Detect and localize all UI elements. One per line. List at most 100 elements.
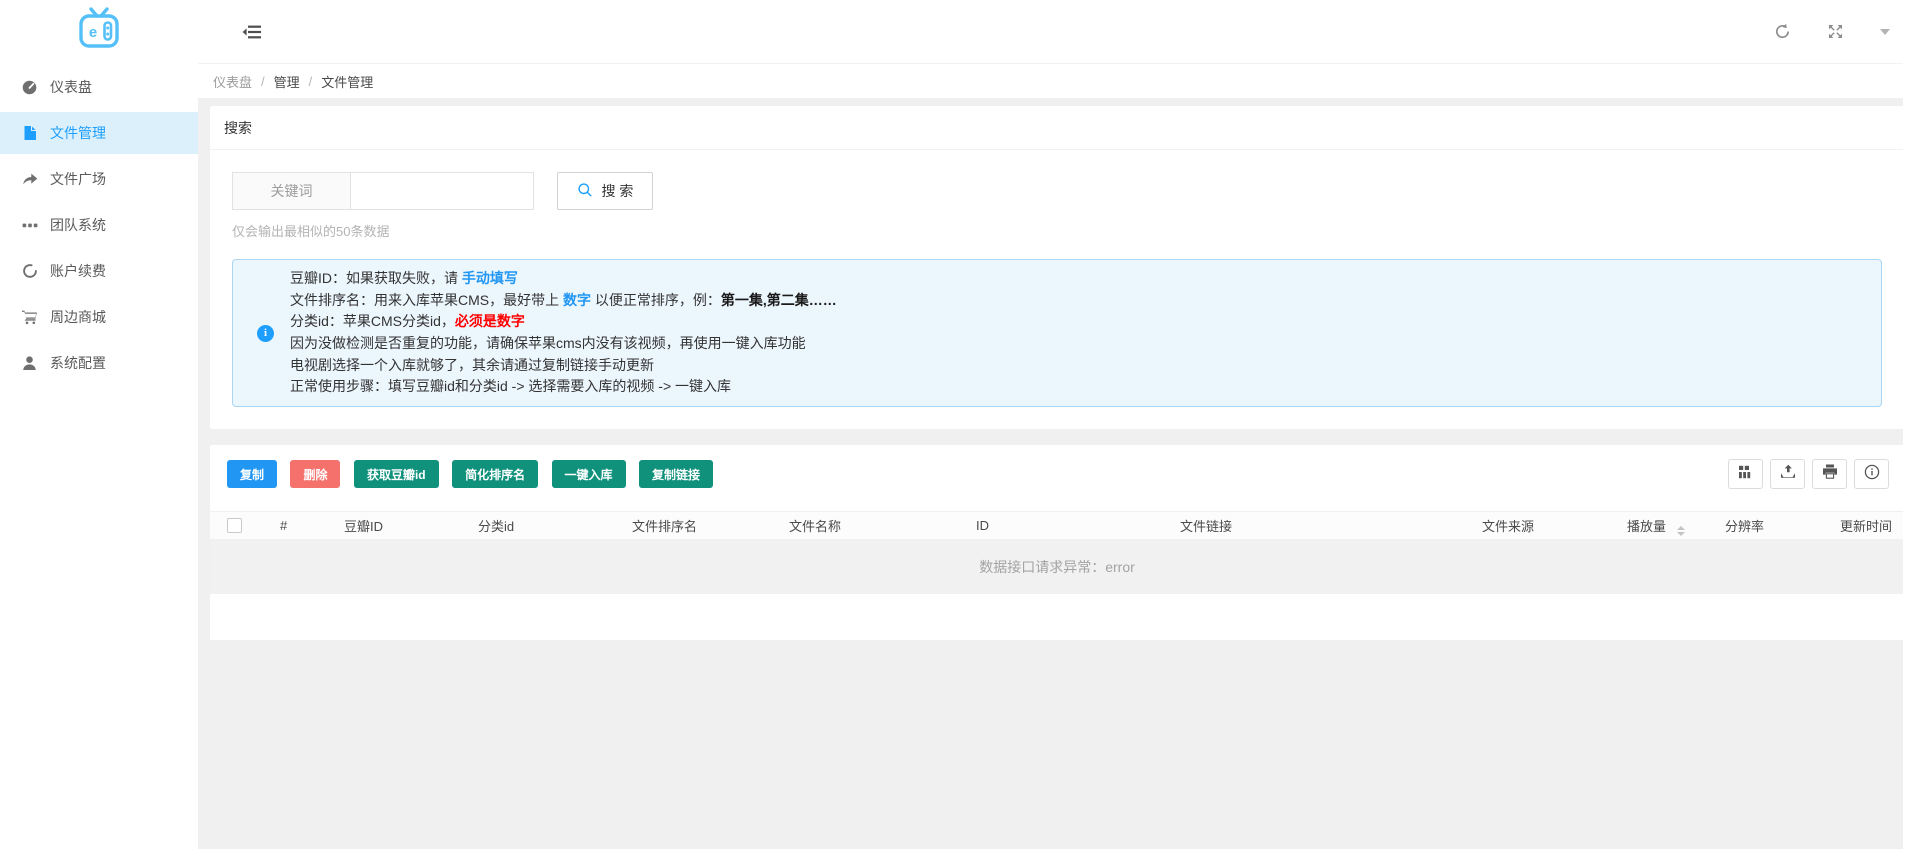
fetch-douban-id-button[interactable]: 获取豆瓣id (354, 460, 439, 488)
column-header-label: 播放量 (1627, 519, 1666, 534)
alert-line: 文件排序名：用来入库苹果CMS，最好带上 数字 以便正常排序，例：第一集,第二集… (290, 290, 837, 312)
alert-text-run: 电视剧选择一个入库就够了，其余请通过复制链接手动更新 (290, 357, 654, 373)
print-icon (1822, 464, 1838, 484)
columns-toggle-button[interactable] (1728, 459, 1763, 489)
alert-text-run: 分类id：苹果CMS分类id， (290, 313, 455, 329)
main-area: 仪表盘 / 管理 / 文件管理 搜索 关键词 (198, 0, 1916, 849)
sidebar-item-system-config[interactable]: 系统配置 (0, 342, 198, 384)
scrollbar[interactable] (1903, 0, 1916, 849)
page-content: 搜索 关键词 搜 索 仅会输出最相似的50条数据 (198, 98, 1916, 849)
column-header-file-link: 文件链接 (1170, 512, 1472, 540)
alert-highlight-bold: 第一集,第二集…… (721, 292, 837, 308)
sidebar-item-dashboard[interactable]: 仪表盘 (0, 66, 198, 108)
alert-text-run: 文件排序名：用来入库苹果CMS，最好带上 (290, 292, 563, 308)
breadcrumb-item-current: 文件管理 (321, 72, 373, 91)
column-header-file-name: 文件名称 (779, 512, 966, 540)
ellipsis-icon (21, 217, 38, 234)
refresh-button[interactable] (1774, 23, 1791, 40)
info-circle-icon (257, 325, 274, 342)
keyword-label: 关键词 (232, 172, 350, 210)
file-table-card: 复制 删除 获取豆瓣id 简化排序名 一键入库 复制链接 (210, 445, 1904, 636)
chevron-down-icon (1880, 29, 1890, 35)
copy-link-button[interactable]: 复制链接 (639, 460, 713, 488)
search-card-title: 搜索 (210, 106, 1904, 150)
app-root: e 仪表盘 文件管理 (0, 0, 1916, 849)
fullscreen-button[interactable] (1827, 23, 1844, 40)
info-icon (1864, 464, 1880, 485)
sidebar-menu: 仪表盘 文件管理 文件广场 团队系统 (0, 66, 198, 384)
app-logo[interactable]: e (0, 0, 198, 62)
sidebar-item-label: 团队系统 (50, 215, 106, 235)
cart-icon (21, 309, 38, 326)
sidebar-item-file-management[interactable]: 文件管理 (0, 112, 198, 154)
sort-icon (1677, 526, 1685, 536)
sidebar-item-label: 周边商城 (50, 307, 106, 327)
select-all-cell (210, 512, 270, 540)
sidebar-item-team-system[interactable]: 团队系统 (0, 204, 198, 246)
action-buttons: 复制 删除 获取豆瓣id 简化排序名 一键入库 复制链接 (227, 460, 722, 488)
alert-highlight-red: 必须是数字 (455, 313, 525, 329)
sidebar: e 仪表盘 文件管理 (0, 0, 198, 849)
one-click-import-button[interactable]: 一键入库 (552, 460, 626, 488)
alert-line: 因为没做检测是否重复的功能，请确保苹果cms内没有该视频，再使用一键入库功能 (290, 333, 837, 355)
table-footer-space (210, 594, 1904, 640)
column-header-update-time: 更新时间 (1830, 512, 1904, 540)
columns-icon (1738, 465, 1754, 484)
column-header-file-source: 文件来源 (1472, 512, 1617, 540)
alert-line: 正常使用步骤：填写豆瓣id和分类id -> 选择需要入库的视频 -> 一键入库 (290, 376, 837, 398)
file-icon (21, 125, 38, 142)
table-toolbar: 复制 删除 获取豆瓣id 简化排序名 一键入库 复制链接 (210, 459, 1904, 489)
alert-text-run: 豆瓣ID：如果获取失败，请 (290, 270, 462, 286)
collapse-sidebar-button[interactable] (242, 24, 261, 40)
sidebar-item-label: 文件广场 (50, 169, 106, 189)
search-card-body: 关键词 搜 索 仅会输出最相似的50条数据 (210, 150, 1904, 429)
svg-text:e: e (89, 24, 97, 41)
sidebar-item-file-plaza[interactable]: 文件广场 (0, 158, 198, 200)
breadcrumb-item-manage[interactable]: 管理 (274, 72, 300, 91)
share-icon (21, 171, 38, 188)
topbar-actions (1774, 23, 1890, 40)
export-icon (1780, 464, 1796, 484)
column-header-sort-name: 文件排序名 (622, 512, 779, 540)
about-button[interactable] (1854, 459, 1889, 489)
table-empty-state: 数据接口请求异常：error (210, 540, 1904, 594)
sidebar-item-label: 文件管理 (50, 123, 106, 143)
column-header-douban-id: 豆瓣ID (334, 512, 468, 540)
search-input-row: 关键词 搜 索 (232, 172, 1882, 210)
table-icon-buttons (1728, 459, 1889, 489)
copy-button[interactable]: 复制 (227, 460, 277, 488)
breadcrumb-item-dashboard[interactable]: 仪表盘 (213, 72, 252, 91)
search-button-label: 搜 索 (602, 181, 634, 201)
user-menu-caret[interactable] (1880, 29, 1890, 35)
search-hint: 仅会输出最相似的50条数据 (232, 221, 1882, 240)
topbar (198, 0, 1916, 63)
search-button[interactable]: 搜 索 (557, 172, 653, 210)
sidebar-item-account-renewal[interactable]: 账户续费 (0, 250, 198, 292)
column-header-resolution: 分辨率 (1715, 512, 1830, 540)
simplify-sort-name-button[interactable]: 简化排序名 (452, 460, 538, 488)
renew-icon (21, 263, 38, 280)
print-button[interactable] (1812, 459, 1847, 489)
sidebar-item-label: 系统配置 (50, 353, 106, 373)
sidebar-item-mall[interactable]: 周边商城 (0, 296, 198, 338)
keyword-input[interactable] (350, 172, 534, 210)
select-all-checkbox[interactable] (227, 518, 242, 533)
table-header-row: # 豆瓣ID 分类id 文件排序名 文件名称 ID 文件链接 文件来源 播放量 (210, 512, 1904, 540)
sidebar-item-label: 账户续费 (50, 261, 106, 281)
search-icon (577, 182, 593, 201)
tv-logo-icon: e (73, 6, 125, 57)
manual-fill-link[interactable]: 手动填写 (462, 270, 518, 286)
breadcrumb: 仪表盘 / 管理 / 文件管理 (198, 63, 1916, 98)
export-button[interactable] (1770, 459, 1805, 489)
sidebar-item-label: 仪表盘 (50, 77, 92, 97)
alert-line: 电视剧选择一个入库就够了，其余请通过复制链接手动更新 (290, 355, 837, 377)
alert-text-run: 以便正常排序，例： (591, 292, 721, 308)
column-header-play-count[interactable]: 播放量 (1617, 512, 1715, 540)
alert-highlight-blue: 数字 (563, 292, 591, 308)
delete-button[interactable]: 删除 (290, 460, 340, 488)
alert-line: 豆瓣ID：如果获取失败，请 手动填写 (290, 268, 837, 290)
breadcrumb-separator: / (261, 74, 265, 89)
alert-line: 分类id：苹果CMS分类id，必须是数字 (290, 311, 837, 333)
usage-alert: 豆瓣ID：如果获取失败，请 手动填写 文件排序名：用来入库苹果CMS，最好带上 … (232, 259, 1882, 407)
alert-text-run: 因为没做检测是否重复的功能，请确保苹果cms内没有该视频，再使用一键入库功能 (290, 335, 806, 351)
